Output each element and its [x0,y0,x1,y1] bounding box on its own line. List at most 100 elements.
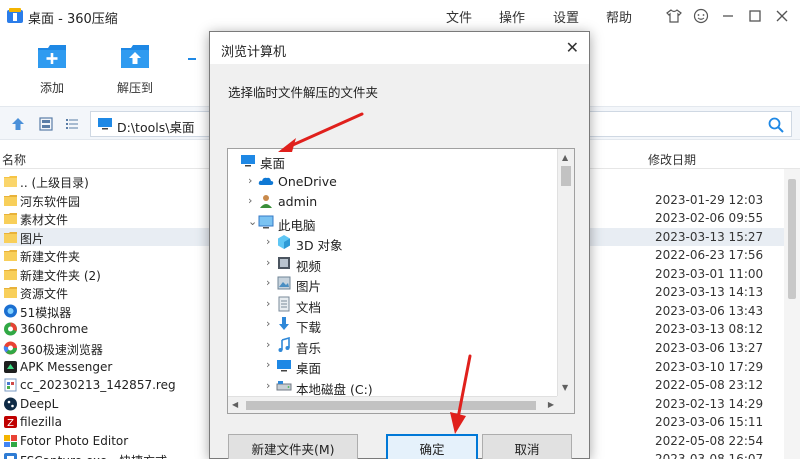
file-modified-date: 2022-05-08 23:12 [655,378,764,393]
chevron-right-icon[interactable]: › [266,256,270,269]
tree-vertical-scrollbar[interactable]: ▲ ▼ [557,149,574,396]
tree-node[interactable]: › 文档 [228,294,558,315]
cancel-button[interactable]: 取消 [482,434,572,459]
video-icon [276,255,292,271]
tree-node[interactable]: › 图片 [228,273,558,294]
documents-icon [276,296,292,312]
fotor-icon [3,434,18,448]
close-icon[interactable] [771,5,793,27]
file-name: DeepL [20,396,59,411]
folder-icon [3,248,18,262]
menu-settings[interactable]: 设置 [553,7,579,26]
chevron-right-icon[interactable]: › [248,194,252,207]
file-name: 图片 [20,231,45,246]
reg-file-icon [3,378,18,392]
chevron-right-icon[interactable]: › [266,276,270,289]
file-name: filezilla [20,415,62,430]
tree-node-label: 图片 [296,279,322,294]
downloads-icon [276,316,292,332]
browse-folder-dialog: 浏览计算机 ✕ 选择临时文件解压的文件夹 桌面 › OneDrive › admin ⌄ 此… [209,31,590,459]
chevron-right-icon[interactable]: › [266,235,270,248]
file-modified-date: 2023-03-06 13:43 [655,303,764,318]
tree-node-label: 文档 [296,299,322,315]
folder-tree: 桌面 › OneDrive › admin ⌄ 此电脑 › 3D 对象 › 视频 › 图片 › 文档 › 下载 ›… [227,148,575,414]
file-name: 360chrome [20,322,89,337]
chevron-right-icon[interactable]: › [266,297,270,310]
file-modified-date: 2022-06-23 17:56 [655,248,764,263]
feedback-icon[interactable] [690,5,712,27]
file-name: 360极速浏览器 [20,342,103,357]
ok-button[interactable]: 确定 [386,434,478,459]
scrollbar-thumb[interactable] [788,179,796,299]
folder-icon [3,267,18,281]
chevron-right-icon[interactable]: › [266,358,270,371]
scroll-down-icon[interactable]: ▼ [562,383,568,392]
scroll-right-icon[interactable]: ▶ [548,400,554,409]
new-folder-button[interactable]: 新建文件夹(M) [228,434,358,459]
dialog-close-icon[interactable]: ✕ [566,38,579,57]
tree-node[interactable]: › 本地磁盘 (C:) [228,376,558,397]
menu-help[interactable]: 帮助 [606,7,632,26]
file-name: .. (上级目录) [20,176,89,190]
window-title: 桌面 - 360压缩 [28,12,118,27]
deepl-icon [3,397,18,411]
tree-node-label: 3D 对象 [296,238,343,253]
extract-icon [121,45,149,68]
file-modified-date: 2022-05-08 22:54 [655,433,764,448]
tree-node-label: admin [278,194,318,209]
tree-node[interactable]: › admin [228,191,558,211]
dialog-title: 浏览计算机 [221,45,287,60]
tree-node[interactable]: › 3D 对象 [228,232,558,253]
tree-node-label: 此电脑 [278,217,316,233]
tree-node-label: 桌面 [260,156,286,171]
scrollbar-thumb[interactable] [246,401,536,410]
up-arrow-icon[interactable] [10,116,26,132]
folder-icon [3,211,18,225]
tree-node[interactable]: › 视频 [228,253,558,274]
add-icon [38,45,66,68]
chevron-right-icon[interactable]: › [266,379,270,392]
add-button[interactable]: 添加 [22,40,82,96]
chevron-right-icon[interactable]: › [266,317,270,330]
column-name-header[interactable]: 名称 [2,151,26,168]
chevron-right-icon[interactable]: › [266,338,270,351]
tree-node[interactable]: › 桌面 [228,355,558,376]
tree-node-label: 桌面 [296,361,322,376]
file-name: APK Messenger [20,359,113,374]
dialog-prompt: 选择临时文件解压的文件夹 [228,85,379,100]
file-name: 素材文件 [20,213,69,228]
filezilla-icon: Z [3,415,18,429]
extract-button[interactable]: 解压到 [105,40,165,96]
column-date-header[interactable]: 修改日期 [648,151,696,168]
tree-node[interactable]: › 下载 [228,314,558,335]
minimize-icon[interactable] [717,5,739,27]
file-modified-date: 2023-03-06 15:11 [655,415,764,430]
menu-operation[interactable]: 操作 [499,7,525,26]
chevron-right-icon[interactable]: › [248,174,252,187]
detail-view-icon[interactable] [38,116,54,132]
search-icon[interactable] [767,116,785,134]
skin-icon[interactable] [663,5,685,27]
file-modified-date: 2023-03-08 16:07 [655,452,763,459]
file-list-scrollbar[interactable] [784,169,800,459]
maximize-icon[interactable] [744,5,766,27]
tree-node[interactable]: ⌄ 此电脑 [228,212,558,233]
file-modified-date: 2023-03-13 14:13 [655,285,764,300]
scroll-left-icon[interactable]: ◀ [232,400,238,409]
scrollbar-corner [557,396,574,413]
file-name: 资源文件 [20,287,69,302]
app-logo-icon [7,8,23,23]
tree-node[interactable]: › OneDrive [228,171,558,191]
drive-icon [276,378,292,394]
menu-file[interactable]: 文件 [446,7,472,26]
desktop-icon [240,152,256,168]
tree-node[interactable]: › 音乐 [228,335,558,356]
list-view-icon[interactable] [64,116,80,132]
tree-node[interactable]: 桌面 [228,150,558,171]
tree-node-label: 音乐 [296,340,322,356]
scrollbar-thumb[interactable] [561,166,571,186]
scroll-up-icon[interactable]: ▲ [562,153,568,162]
tree-horizontal-scrollbar[interactable]: ◀ ▶ [228,396,558,413]
chevron-down-icon[interactable]: ⌄ [248,215,257,228]
tree-node-label: OneDrive [278,173,337,189]
